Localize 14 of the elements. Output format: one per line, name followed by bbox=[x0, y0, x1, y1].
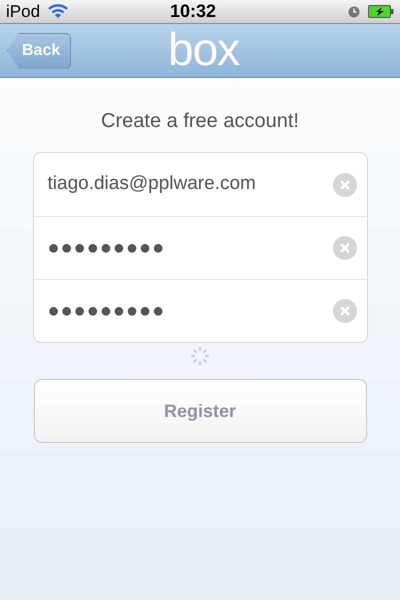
input-field[interactable]: tiago.dias@pplware.com bbox=[34, 153, 366, 216]
input-field[interactable]: ●●●●●●●●● bbox=[34, 279, 366, 342]
battery-icon bbox=[368, 5, 394, 18]
clear-icon[interactable] bbox=[332, 236, 356, 260]
carrier-label: iPod bbox=[6, 0, 40, 23]
wifi-icon bbox=[48, 4, 68, 19]
loading-spinner-icon bbox=[189, 345, 211, 367]
clear-icon[interactable] bbox=[332, 172, 356, 196]
clock-icon bbox=[348, 6, 360, 18]
heading: Create a free account! bbox=[101, 109, 299, 134]
input-field[interactable]: ●●●●●●●●● bbox=[34, 216, 366, 279]
logo: box bbox=[168, 24, 240, 74]
clear-icon[interactable] bbox=[332, 299, 356, 323]
clock-time: 10:32 bbox=[170, 0, 216, 23]
